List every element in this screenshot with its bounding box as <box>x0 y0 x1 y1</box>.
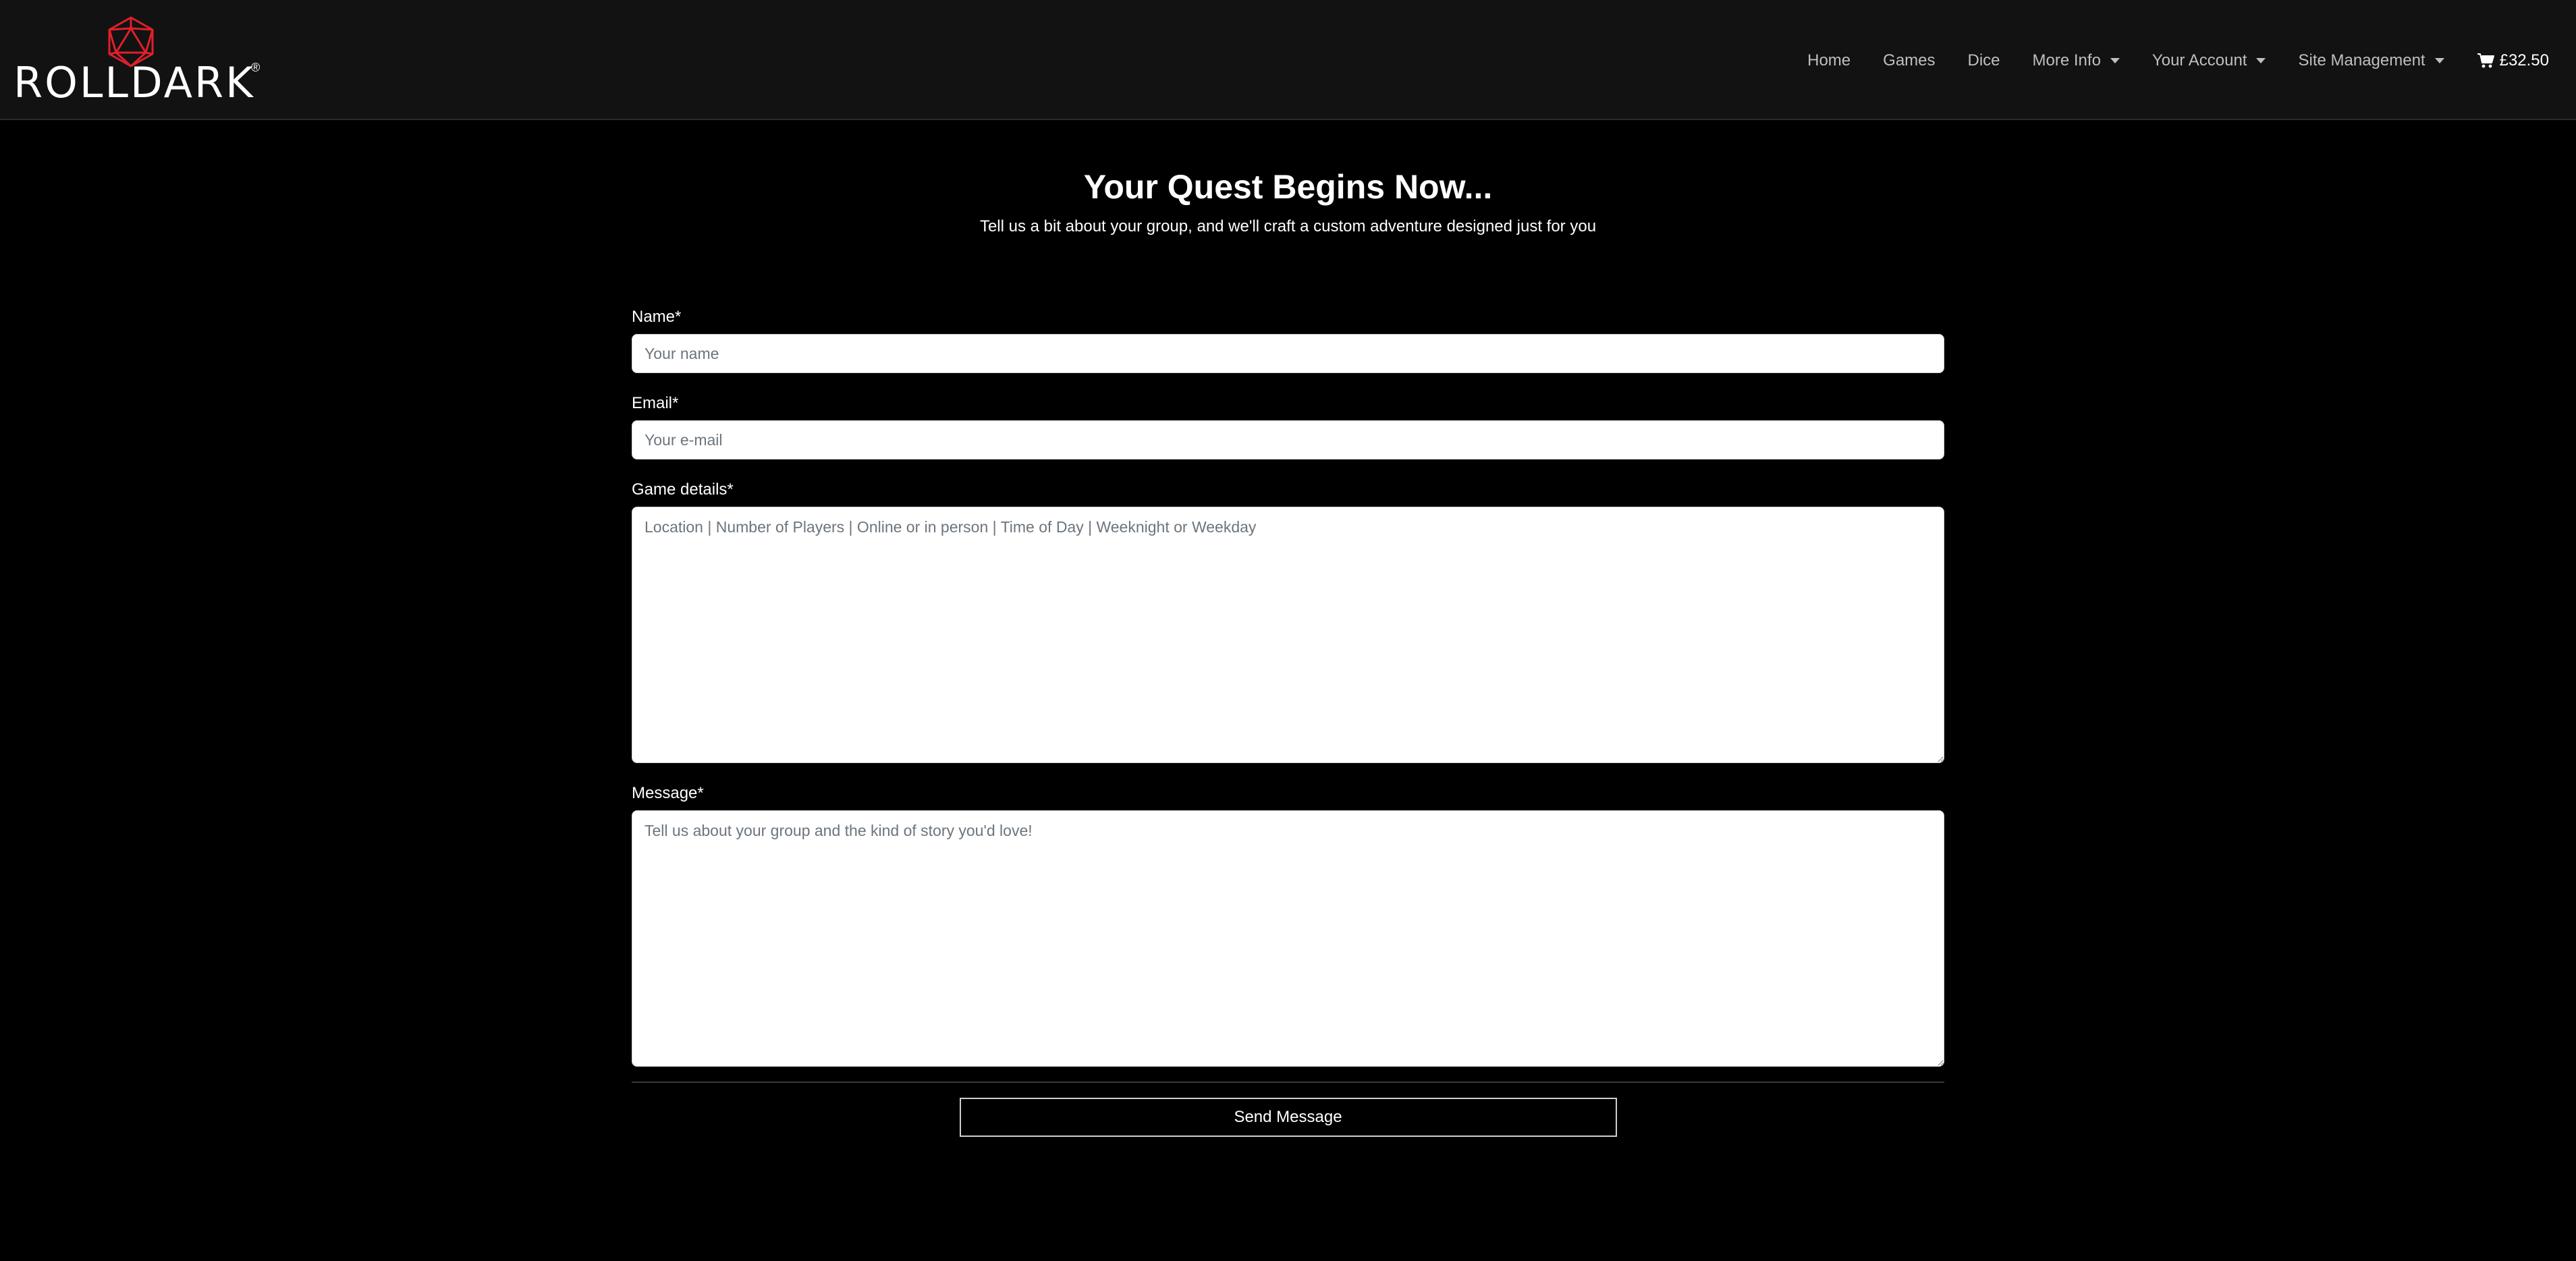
nav-home-label: Home <box>1807 51 1851 69</box>
nav-games-label: Games <box>1883 51 1936 69</box>
navbar: ROLLDARK ® Home Games Dice More Info You… <box>0 0 2576 120</box>
game-details-group: Game details* <box>632 480 1944 763</box>
message-textarea[interactable] <box>632 810 1944 1067</box>
nav-more-info-label: More Info <box>2032 51 2101 69</box>
nav-home[interactable]: Home <box>1807 51 1851 70</box>
caret-down-icon <box>2110 58 2120 63</box>
main-nav: Home Games Dice More Info Your Account S… <box>1775 47 2549 74</box>
nav-dice-label: Dice <box>1967 51 2000 69</box>
nav-your-account-dropdown[interactable]: Your Account <box>2152 51 2266 70</box>
shopping-cart-icon <box>2477 53 2494 68</box>
nav-site-management-label: Site Management <box>2298 51 2426 69</box>
name-group: Name* <box>632 307 1944 373</box>
page-title: Your Quest Begins Now... <box>1083 168 1493 206</box>
message-group: Message* <box>632 783 1944 1067</box>
form-divider <box>632 1082 1944 1083</box>
caret-down-icon <box>2434 58 2444 63</box>
custom-adventure-form: Name* Email* Game details* Message* Send… <box>632 307 1944 1137</box>
brand-home-link[interactable]: ROLLDARK ® <box>13 16 270 108</box>
email-label: Email* <box>632 394 679 412</box>
submit-wrap: Send Message <box>632 1098 1944 1137</box>
cart-total: £32.50 <box>2499 51 2549 69</box>
page-subtitle: Tell us a bit about your group, and we'l… <box>979 217 1597 235</box>
nav-more-info-dropdown[interactable]: More Info <box>2033 51 2120 70</box>
nav-your-account-label: Your Account <box>2152 51 2247 69</box>
email-input[interactable] <box>632 420 1944 459</box>
message-label: Message* <box>632 784 704 802</box>
nav-games[interactable]: Games <box>1883 51 1935 70</box>
brand-name: ROLLDARK <box>13 58 255 107</box>
caret-down-icon <box>2256 58 2266 63</box>
game-details-label: Game details* <box>632 480 734 499</box>
nav-dice[interactable]: Dice <box>1968 51 2000 70</box>
registered-mark: ® <box>251 61 261 74</box>
send-message-button[interactable]: Send Message <box>959 1098 1617 1137</box>
cart-link[interactable]: £32.50 <box>2477 51 2549 70</box>
nav-site-management-dropdown[interactable]: Site Management <box>2298 51 2444 70</box>
name-label: Name* <box>632 308 682 326</box>
name-input[interactable] <box>632 334 1944 373</box>
game-details-textarea[interactable] <box>632 507 1944 763</box>
email-group: Email* <box>632 393 1944 459</box>
